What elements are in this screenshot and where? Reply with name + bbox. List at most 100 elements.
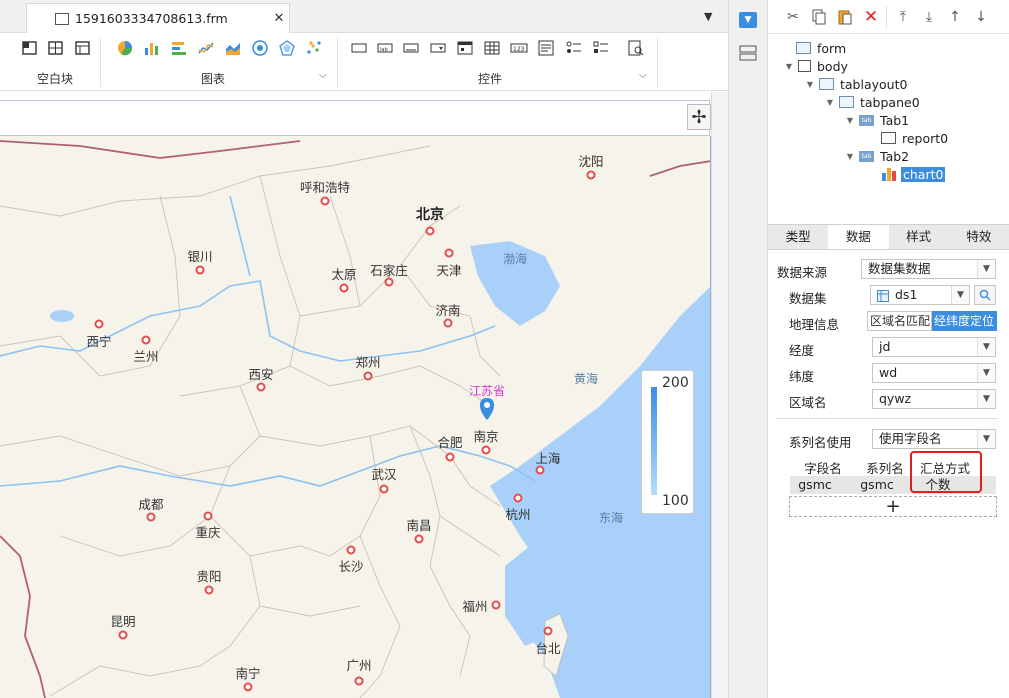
city-marker[interactable] [204, 585, 214, 595]
gauge-chart-icon[interactable] [251, 39, 269, 57]
latitude-select[interactable]: wd ▼ [872, 363, 996, 383]
city-marker[interactable] [445, 452, 455, 462]
delete-icon[interactable]: ✕ [862, 7, 880, 27]
city-marker[interactable] [414, 534, 424, 544]
city-marker[interactable] [543, 626, 553, 636]
frame-block-icon[interactable] [46, 39, 64, 57]
city-marker[interactable] [203, 511, 213, 521]
tree-node-chart[interactable]: chart0 [881, 165, 946, 183]
region-select[interactable]: qywz ▼ [872, 389, 996, 409]
tab-data[interactable]: 数据 [828, 225, 889, 249]
tab-block-icon[interactable] [73, 39, 91, 57]
tree-node-form[interactable]: ▼form [782, 39, 846, 57]
city-marker[interactable] [444, 248, 454, 258]
tab-effect[interactable]: 特效 [949, 225, 1009, 249]
expand-icon[interactable]: ▼ [784, 62, 794, 71]
search-icon[interactable] [974, 285, 996, 305]
city-marker[interactable] [320, 196, 330, 206]
geo-region-match-option[interactable]: 区域名匹配 [867, 311, 932, 331]
horizontal-bar-chart-icon[interactable] [170, 39, 188, 57]
scatter-chart-icon[interactable] [305, 39, 323, 57]
pie-chart-icon[interactable] [116, 39, 134, 57]
chevron-down-icon[interactable]: ⌵ [319, 70, 327, 81]
checkbox-group-widget-icon[interactable] [592, 39, 610, 57]
move-up-icon[interactable]: ↑ [946, 8, 964, 26]
chevron-down-icon[interactable]: ⌵ [639, 70, 647, 81]
line-chart-icon[interactable] [197, 39, 215, 57]
layout-panel-icon[interactable] [739, 45, 757, 61]
add-row-button[interactable]: + [789, 496, 997, 517]
component-panel-icon[interactable]: ▼ [739, 12, 757, 28]
city-marker[interactable] [443, 318, 453, 328]
chevron-down-icon[interactable]: ▼ [977, 364, 995, 382]
textarea-widget-icon[interactable] [537, 39, 555, 57]
tree-node-report[interactable]: report0 [881, 129, 948, 147]
cell-field[interactable]: gsmc [790, 476, 840, 494]
chevron-down-icon[interactable]: ▼ [977, 430, 995, 448]
expand-icon[interactable]: ▼ [845, 152, 855, 161]
add-component-button[interactable]: ✢ [687, 104, 711, 130]
tab-type[interactable]: 类型 [768, 225, 828, 249]
longitude-select[interactable]: jd ▼ [872, 337, 996, 357]
tree-node-tabpane[interactable]: ▼ tabpane0 [825, 93, 920, 111]
expand-icon[interactable]: ▼ [825, 98, 835, 107]
bar-chart-icon[interactable] [143, 39, 161, 57]
move-bottom-icon[interactable]: ⤓ [920, 8, 938, 26]
title-bar-region[interactable] [0, 100, 710, 136]
radar-chart-icon[interactable] [278, 39, 296, 57]
city-marker[interactable] [94, 319, 104, 329]
city-marker[interactable] [243, 682, 253, 692]
chevron-down-icon[interactable]: ▼ [951, 286, 969, 304]
map-chart[interactable]: 江苏省 沈阳 呼和浩特 北京 天津 银川 太原 石家庄 济南 西宁 兰州 郑州 … [0, 136, 711, 698]
city-marker[interactable] [346, 545, 356, 555]
series-name-select[interactable]: 使用字段名 ▼ [872, 429, 996, 449]
paste-icon[interactable] [836, 8, 854, 26]
expand-icon[interactable]: ▼ [805, 80, 815, 89]
city-marker[interactable] [379, 484, 389, 494]
tree-node-tab1[interactable]: ▼ tab Tab1 [845, 111, 909, 129]
tree-node-body[interactable]: ▼ body [784, 57, 848, 75]
expand-icon[interactable]: ▼ [845, 116, 855, 125]
city-marker[interactable] [146, 512, 156, 522]
city-marker[interactable] [354, 676, 364, 686]
move-top-icon[interactable]: ⤒ [894, 8, 912, 26]
vertical-scrollbar[interactable] [711, 92, 728, 698]
city-marker[interactable] [256, 382, 266, 392]
tab-menu-icon[interactable]: ▼ [704, 10, 712, 23]
dataset-select[interactable]: ds1 ▼ [870, 285, 970, 305]
label-widget-icon[interactable]: lab [376, 39, 394, 57]
chevron-down-icon[interactable]: ▼ [977, 338, 995, 356]
city-marker[interactable] [491, 600, 501, 610]
radio-group-widget-icon[interactable] [565, 39, 583, 57]
button-widget-icon[interactable] [350, 39, 368, 57]
tree-node-tab2[interactable]: ▼ tab Tab2 [845, 147, 909, 165]
area-chart-icon[interactable] [224, 39, 242, 57]
file-tab[interactable]: 1591603334708613.frm ✕ [26, 3, 290, 33]
city-marker[interactable] [339, 283, 349, 293]
calendar-widget-icon[interactable] [483, 39, 501, 57]
search-widget-icon[interactable] [627, 39, 645, 57]
chevron-down-icon[interactable]: ▼ [977, 390, 995, 408]
number-widget-icon[interactable]: 123 [510, 39, 528, 57]
city-marker[interactable] [481, 445, 491, 455]
dropdown-widget-icon[interactable] [429, 39, 447, 57]
city-marker[interactable] [118, 630, 128, 640]
city-marker[interactable] [586, 170, 596, 180]
city-marker[interactable] [363, 371, 373, 381]
geo-latlng-option[interactable]: 经纬度定位 [932, 311, 997, 331]
date-widget-icon[interactable] [456, 39, 474, 57]
city-marker[interactable] [513, 493, 523, 503]
cut-icon[interactable]: ✂ [784, 8, 802, 26]
absolute-block-icon[interactable] [20, 39, 38, 57]
data-source-select[interactable]: 数据集数据 ▼ [861, 259, 996, 279]
close-tab-button[interactable]: ✕ [269, 11, 289, 26]
city-marker[interactable] [141, 335, 151, 345]
chevron-down-icon[interactable]: ▼ [977, 260, 995, 278]
tree-node-tablayout[interactable]: ▼ tablayout0 [805, 75, 908, 93]
city-marker[interactable] [195, 265, 205, 275]
city-marker[interactable] [425, 226, 435, 236]
copy-icon[interactable] [810, 8, 828, 26]
cell-series[interactable]: gsmc [852, 476, 902, 494]
text-input-widget-icon[interactable] [402, 39, 420, 57]
tab-style[interactable]: 样式 [889, 225, 949, 249]
